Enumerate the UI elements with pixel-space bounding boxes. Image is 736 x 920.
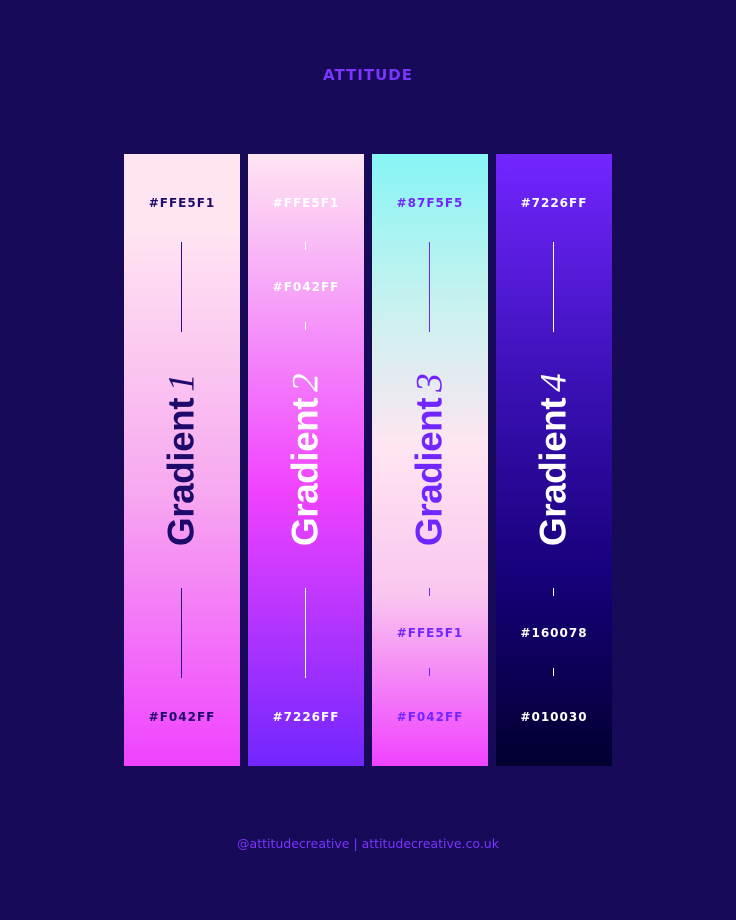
gradient-title: Gradient3	[408, 373, 451, 547]
divider-line	[553, 668, 554, 676]
footer-credits: @attitudecreative | attitudecreative.co.…	[237, 836, 499, 851]
gradient-swatch-2: #FFE5F1 #F042FF Gradient2 #7226FF	[248, 154, 364, 766]
divider-line	[429, 242, 430, 332]
divider-line	[305, 242, 306, 250]
divider-line	[429, 668, 430, 676]
gradient-title: Gradient1	[160, 373, 203, 547]
divider-line	[181, 588, 182, 678]
hex-label-middle: #160078	[520, 626, 588, 640]
divider-line	[305, 322, 306, 330]
gradient-swatch-3: #87F5F5 Gradient3 #FFE5F1 #F042FF	[372, 154, 488, 766]
hex-label-top: #87F5F5	[396, 196, 464, 210]
divider-line	[181, 242, 182, 332]
divider-line	[305, 588, 306, 678]
gradient-swatch-4: #7226FF Gradient4 #160078 #010030	[496, 154, 612, 766]
hex-label-bottom: #010030	[520, 710, 588, 724]
hex-label-top: #FFE5F1	[272, 196, 340, 210]
hex-label-top: #7226FF	[520, 196, 588, 210]
divider-line	[553, 242, 554, 332]
hex-label-top: #FFE5F1	[148, 196, 216, 210]
gradient-title: Gradient4	[532, 373, 575, 547]
hex-label-middle: #FFE5F1	[396, 626, 464, 640]
hex-label-middle: #F042FF	[272, 280, 340, 294]
divider-line	[553, 588, 554, 596]
hex-label-bottom: #F042FF	[148, 710, 216, 724]
hex-label-bottom: #F042FF	[396, 710, 464, 724]
gradient-swatch-1: #FFE5F1 Gradient1 #F042FF	[124, 154, 240, 766]
divider-line	[429, 588, 430, 596]
gradient-title: Gradient2	[284, 373, 327, 547]
brand-logo: ATTITUDE	[323, 66, 413, 84]
hex-label-bottom: #7226FF	[272, 710, 340, 724]
